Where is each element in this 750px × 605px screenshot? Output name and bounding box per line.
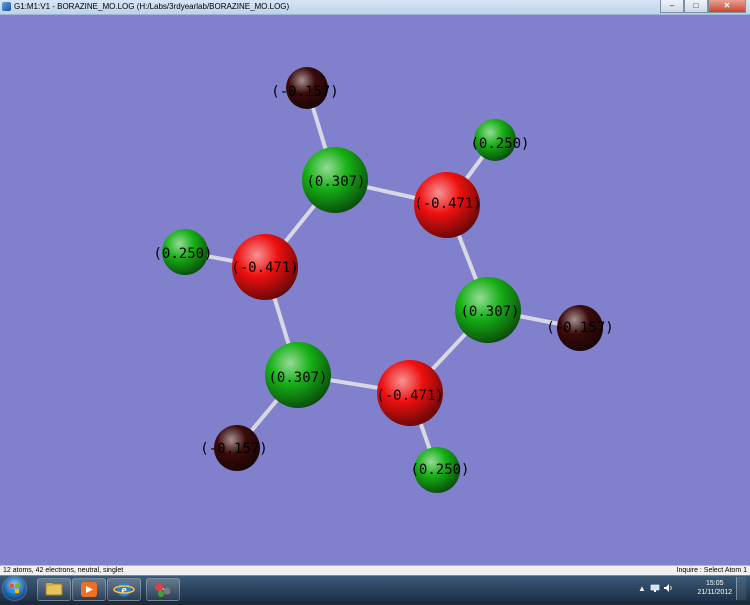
media-player-taskbar-button[interactable] <box>72 578 106 601</box>
internet-explorer-icon: e <box>113 582 135 597</box>
windows-logo-icon <box>10 584 19 593</box>
svg-text:e: e <box>121 583 127 597</box>
atom-charge-label: (0.307) <box>268 370 327 386</box>
taskbar: e ▲ 15:05 21/11/2012 <box>0 575 750 601</box>
molecule-view[interactable]: (-0.157) (0.307) (0.250) (-0.471) (0.250) (-0… <box>0 15 750 565</box>
molecule-canvas[interactable]: (-0.157) (0.307) (0.250) (-0.471) (0.250) (-0… <box>0 0 750 580</box>
gaussview-taskbar-button[interactable] <box>146 578 180 601</box>
show-desktop-button[interactable] <box>736 577 746 600</box>
volume-icon[interactable] <box>663 583 673 593</box>
folder-icon <box>45 583 63 596</box>
show-hidden-icons-arrow-icon[interactable]: ▲ <box>638 584 646 593</box>
explorer-taskbar-button[interactable] <box>37 578 71 601</box>
atom-charge-label: (-0.157) <box>546 320 613 336</box>
gaussview-window: G1:M1:V1 - BORAZINE_MO.LOG (H:/Labs/3rdy… <box>0 0 750 576</box>
atom-charge-label: (0.250) <box>470 136 529 152</box>
internet-explorer-taskbar-button[interactable]: e <box>107 578 141 601</box>
atom-charge-label: (-0.157) <box>200 441 267 457</box>
charge-labels: (-0.157) (0.307) (0.250) (-0.471) (0.250) (-0… <box>153 84 613 478</box>
system-tray: ▲ 15:05 21/11/2012 <box>636 576 746 601</box>
network-icon[interactable] <box>650 583 660 593</box>
atom-charge-label: (-0.157) <box>271 84 338 100</box>
start-button[interactable] <box>3 577 26 600</box>
clock-date: 21/11/2012 <box>697 589 732 596</box>
atom-charge-label: (0.307) <box>306 174 365 190</box>
atom-charge-label: (-0.471) <box>231 260 298 276</box>
clock[interactable]: 15:05 21/11/2012 <box>697 579 732 597</box>
atom-charge-label: (0.250) <box>410 462 469 478</box>
atom-charge-label: (-0.471) <box>376 388 443 404</box>
atoms <box>162 67 603 493</box>
media-player-icon <box>81 582 97 597</box>
gaussview-icon <box>155 583 171 597</box>
atom-charge-label: (0.250) <box>153 246 212 262</box>
atom-charge-label: (-0.471) <box>414 196 481 212</box>
clock-time: 15:05 <box>705 580 724 587</box>
atom-charge-label: (0.307) <box>460 304 519 320</box>
